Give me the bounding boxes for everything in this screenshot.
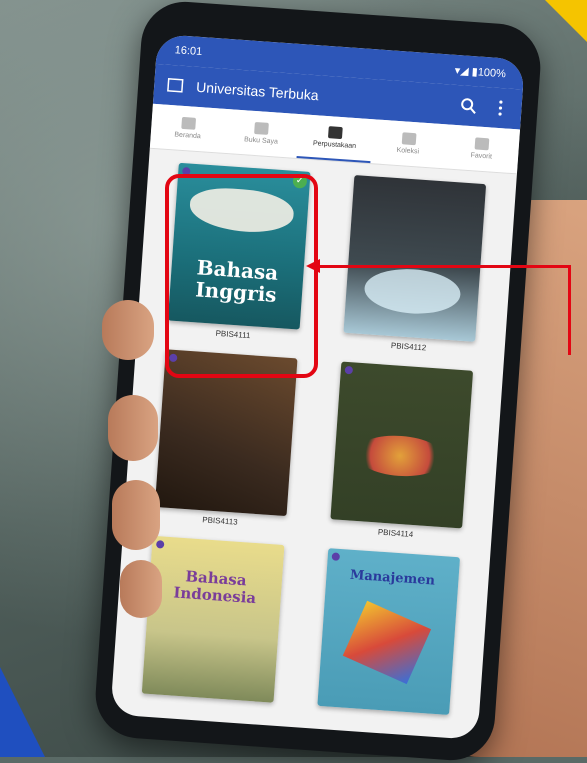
- book-caption: PBIS4114: [377, 527, 414, 540]
- book-cover[interactable]: Manajemen: [317, 548, 461, 715]
- finger-index: [108, 395, 158, 461]
- selection-highlight: [165, 174, 318, 378]
- book-caption: PBIS4112: [390, 341, 427, 353]
- folder-icon: [401, 132, 417, 146]
- finger-ring: [120, 560, 162, 618]
- cover-title: Manajemen: [349, 567, 436, 589]
- tab-koleksi[interactable]: Koleksi: [370, 119, 446, 168]
- badge-icon: [344, 365, 354, 375]
- cover-art: [342, 600, 432, 685]
- tab-label: Buku Saya: [243, 136, 279, 146]
- badge-icon: [155, 540, 165, 549]
- cover-title: Bahasa Indonesia: [172, 567, 257, 608]
- more-vert-icon[interactable]: [489, 96, 512, 119]
- tab-favorit[interactable]: Favorit: [444, 124, 520, 173]
- tab-label: Perpustakaan: [312, 140, 357, 151]
- book-cover[interactable]: [343, 175, 487, 342]
- book-caption: [382, 715, 383, 727]
- phone: 16:01 ▾◢ ▮100% Universitas Terbuka Beran…: [92, 0, 544, 763]
- corner-accent-yellow: [545, 0, 587, 42]
- list-icon: [181, 116, 196, 130]
- book-item[interactable]: PBIS4114: [313, 360, 489, 546]
- tab-perpustakaan[interactable]: Perpustakaan: [296, 114, 374, 164]
- tab-beranda[interactable]: Beranda: [150, 104, 226, 153]
- phone-screen: 16:01 ▾◢ ▮100% Universitas Terbuka Beran…: [110, 33, 525, 740]
- book-cover[interactable]: [330, 361, 474, 529]
- tab-label: Favorit: [470, 152, 493, 161]
- heart-icon: [474, 137, 490, 151]
- app-title: Universitas Terbuka: [195, 78, 320, 104]
- book-icon[interactable]: [164, 74, 187, 97]
- book-cover[interactable]: Bahasa Indonesia: [141, 535, 285, 703]
- badge-icon: [331, 552, 341, 561]
- thumb: [102, 300, 154, 360]
- cover-art: [353, 432, 447, 479]
- finger-middle: [112, 480, 160, 550]
- corner-accent-blue: [0, 667, 45, 757]
- status-indicators: ▾◢ ▮100%: [454, 64, 507, 80]
- tab-label: Koleksi: [396, 146, 420, 156]
- tab-buku-saya[interactable]: Buku Saya: [223, 109, 299, 158]
- cover-art: [363, 266, 462, 317]
- callout-arrow: [316, 265, 570, 268]
- search-icon[interactable]: [457, 94, 480, 117]
- book-caption: PBIS4113: [202, 515, 238, 527]
- tab-label: Beranda: [174, 131, 202, 141]
- tablet-icon: [254, 121, 270, 135]
- callout-arrow-tail: [568, 265, 571, 355]
- book-item[interactable]: Manajemen: [300, 547, 476, 733]
- status-time: 16:01: [174, 44, 203, 59]
- tablet-active-icon: [327, 126, 343, 140]
- book-caption: [206, 703, 207, 715]
